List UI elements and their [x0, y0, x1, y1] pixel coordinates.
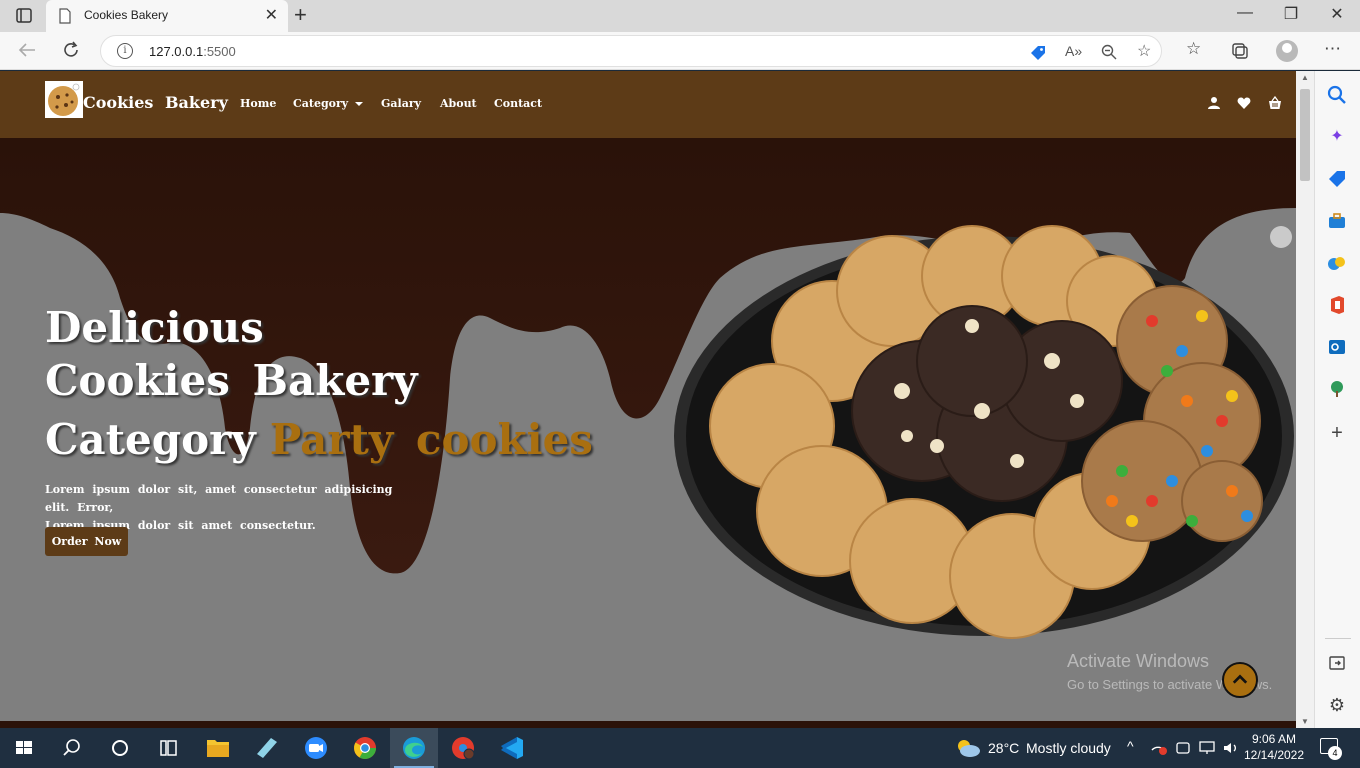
cookie-logo-icon[interactable] [45, 81, 83, 118]
nav-about-link[interactable]: About [440, 97, 477, 110]
back-arrow-icon[interactable] [18, 42, 36, 58]
webpage: Cookies Bakery Home Category Galary Abou… [0, 71, 1296, 728]
add-sidebar-app-icon[interactable]: + [1327, 423, 1347, 443]
browser-sidebar: ✦ + ⚙ [1314, 71, 1360, 728]
hero-heading-line-1: Delicious [45, 303, 264, 352]
search-taskbar-icon[interactable] [48, 728, 96, 768]
edge-taskbar-button[interactable] [390, 728, 438, 768]
file-explorer-icon[interactable] [194, 728, 242, 768]
nav-galary-link[interactable]: Galary [381, 97, 421, 110]
vscode-icon[interactable] [488, 728, 536, 768]
profile-avatar[interactable] [1276, 40, 1298, 62]
search-icon[interactable] [1327, 85, 1347, 105]
hero-heading-line-3: Category Party cookies [45, 415, 593, 464]
notes-app-icon[interactable] [243, 728, 291, 768]
browser-toolbar: i 127.0.0.1:5500 A» ☆ ☆ ⋯ [0, 32, 1360, 70]
weather-temperature[interactable]: 28°C [988, 740, 1019, 756]
windows-taskbar: 28°C Mostly cloudy ^ 9:06 AM 12/14/2022 … [0, 728, 1360, 768]
basket-icon[interactable] [1268, 96, 1282, 110]
games-icon[interactable] [1327, 253, 1347, 273]
chrome-icon[interactable] [341, 728, 389, 768]
activate-windows-title: Activate Windows [1067, 651, 1210, 671]
settings-gear-icon[interactable]: ⚙ [1327, 695, 1347, 715]
read-aloud-icon[interactable]: A» [1065, 43, 1082, 59]
tree-icon[interactable] [1327, 379, 1347, 399]
zoom-out-icon[interactable] [1101, 44, 1117, 60]
site-info-icon[interactable]: i [117, 43, 133, 59]
edge-icon [403, 737, 425, 759]
weather-cloud-icon[interactable] [955, 738, 981, 758]
window-restore-button[interactable]: ❐ [1268, 4, 1314, 24]
display-icon[interactable] [1198, 740, 1216, 756]
tools-briefcase-icon[interactable] [1327, 211, 1347, 231]
hide-sidebar-icon[interactable] [1327, 653, 1347, 673]
refresh-icon[interactable] [62, 41, 80, 59]
order-now-button[interactable]: Order Now [45, 527, 128, 556]
user-icon[interactable] [1207, 96, 1221, 110]
sidebar-divider [1325, 638, 1351, 639]
network-error-icon[interactable] [1150, 740, 1168, 756]
nav-home-link[interactable]: Home [240, 97, 276, 110]
task-view-icon[interactable] [144, 728, 192, 768]
window-close-button[interactable]: ✕ [1314, 4, 1360, 24]
cortana-icon[interactable] [96, 728, 144, 768]
address-bar[interactable]: i 127.0.0.1:5500 A» ☆ [100, 35, 1162, 67]
browser-tab-strip: Cookies Bakery ✕ + — ❐ ✕ [0, 0, 1360, 32]
outlook-icon[interactable] [1327, 337, 1347, 357]
window-minimize-button[interactable]: — [1222, 4, 1268, 22]
page-scrollbar[interactable]: ▲ ▼ [1296, 71, 1314, 728]
shopping-tag-icon[interactable] [1327, 169, 1347, 189]
scroll-down-arrow-icon[interactable]: ▼ [1301, 717, 1309, 726]
show-hidden-icons-chevron-icon[interactable]: ^ [1127, 738, 1134, 754]
zoom-app-icon[interactable] [292, 728, 340, 768]
tab-close-icon[interactable]: ✕ [265, 6, 278, 26]
office-icon[interactable] [1327, 295, 1347, 315]
heart-icon[interactable] [1237, 96, 1251, 110]
notification-count-badge: 4 [1328, 746, 1342, 760]
more-menu-icon[interactable]: ⋯ [1324, 39, 1341, 59]
site-navbar: Cookies Bakery Home Category Galary Abou… [0, 71, 1296, 138]
page-favicon-icon [59, 8, 71, 24]
tab-title: Cookies Bakery [84, 8, 169, 22]
new-tab-button[interactable]: + [294, 3, 307, 27]
visual-search-icon[interactable] [1270, 226, 1292, 248]
windows-start-icon[interactable] [0, 728, 48, 768]
scroll-up-arrow-icon[interactable]: ▲ [1301, 73, 1309, 82]
collections-icon[interactable] [1231, 42, 1249, 60]
sparkle-icon[interactable]: ✦ [1327, 127, 1347, 147]
hero-accent-text: Party cookies [269, 415, 593, 464]
browser-tab[interactable]: Cookies Bakery ✕ [46, 0, 288, 32]
tab-actions-icon[interactable] [10, 7, 38, 25]
weather-condition[interactable]: Mostly cloudy [1026, 740, 1111, 756]
nav-category-dropdown[interactable]: Category [293, 97, 364, 110]
scroll-to-top-button[interactable] [1222, 662, 1258, 698]
nav-contact-link[interactable]: Contact [494, 97, 542, 110]
hero-heading-line-2: Cookies Bakery [45, 356, 418, 405]
volume-icon[interactable] [1222, 740, 1240, 756]
meet-now-icon[interactable] [1175, 740, 1191, 756]
system-clock[interactable]: 9:06 AM 12/14/2022 [1242, 731, 1306, 763]
url-text[interactable]: 127.0.0.1:5500 [149, 44, 236, 59]
add-favorite-icon[interactable]: ☆ [1137, 41, 1151, 61]
brand-name[interactable]: Cookies Bakery [83, 93, 228, 112]
page-footer-edge [0, 721, 1296, 728]
cookie-platter-image [674, 225, 1294, 639]
coupon-tag-icon[interactable] [1029, 44, 1047, 62]
chrome-profile-icon[interactable] [439, 728, 487, 768]
caret-down-icon [355, 102, 364, 106]
favorites-icon[interactable]: ☆ [1186, 39, 1201, 59]
scroll-thumb[interactable] [1300, 89, 1310, 181]
